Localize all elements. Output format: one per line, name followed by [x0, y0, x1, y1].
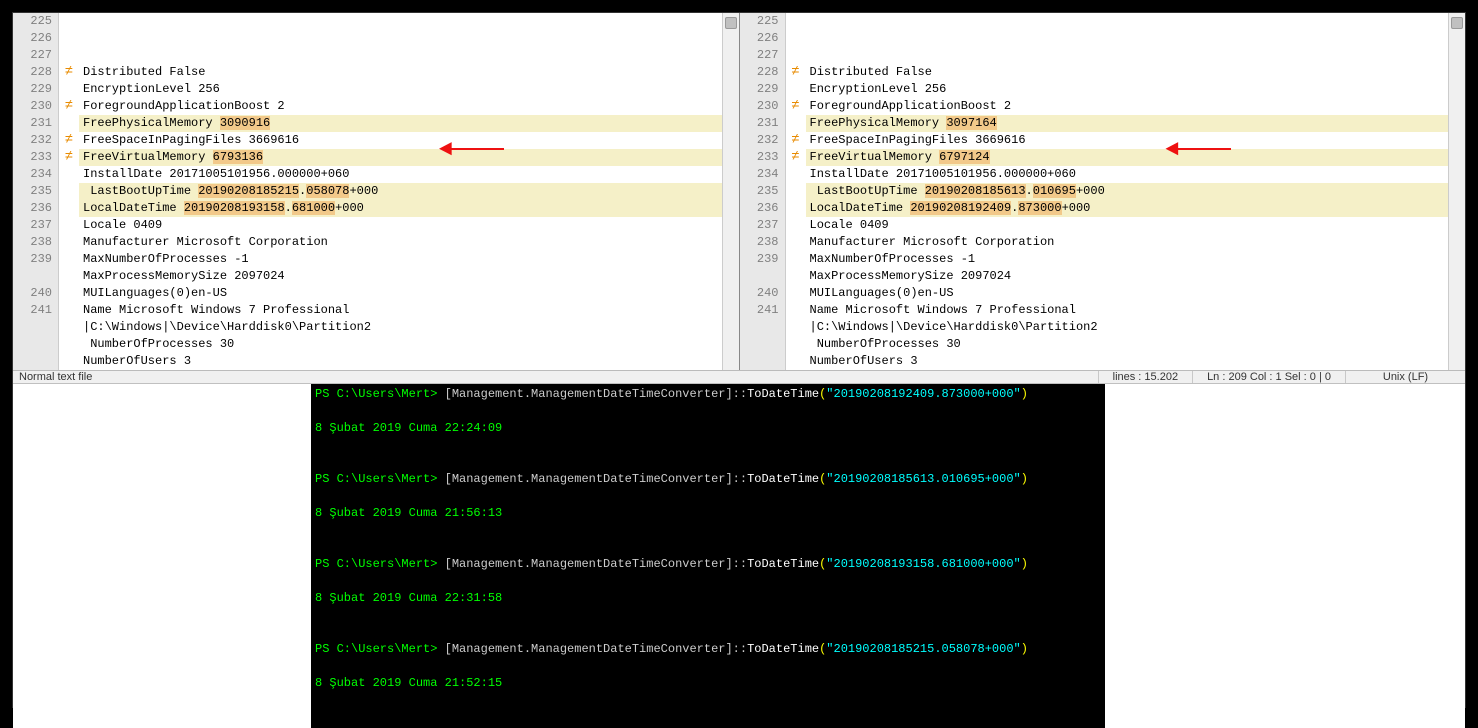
status-eol: Unix (LF) [1345, 371, 1465, 383]
left-gutter: 2252262272282292302312322332342352362372… [13, 13, 59, 370]
right-markers: ≠≠≠≠ [786, 13, 806, 370]
powershell-terminal[interactable]: PS C:\Users\Mert> [Management.Management… [311, 384, 1105, 728]
left-code[interactable]: Distributed FalseEncryptionLevel 256Fore… [79, 13, 722, 370]
lower-left-blank [13, 384, 311, 728]
left-markers: ≠≠≠≠ [59, 13, 79, 370]
diff-compare-area: 2252262272282292302312322332342352362372… [13, 13, 1465, 371]
left-pane[interactable]: 2252262272282292302312322332342352362372… [13, 13, 740, 370]
status-filetype: Normal text file [13, 371, 1098, 383]
left-scrollbar[interactable] [722, 13, 739, 370]
right-pane[interactable]: 2252262272282292302312322332342352362372… [740, 13, 1466, 370]
status-position: Ln : 209 Col : 1 Sel : 0 | 0 [1192, 371, 1345, 383]
status-bar: Normal text file lines : 15.202 Ln : 209… [13, 371, 1465, 384]
status-lines: lines : 15.202 [1098, 371, 1192, 383]
right-code[interactable]: Distributed FalseEncryptionLevel 256Fore… [806, 13, 1449, 370]
right-gutter: 2252262272282292302312322332342352362372… [740, 13, 786, 370]
right-scrollbar[interactable] [1448, 13, 1465, 370]
lower-area: PS C:\Users\Mert> [Management.Management… [13, 384, 1465, 728]
